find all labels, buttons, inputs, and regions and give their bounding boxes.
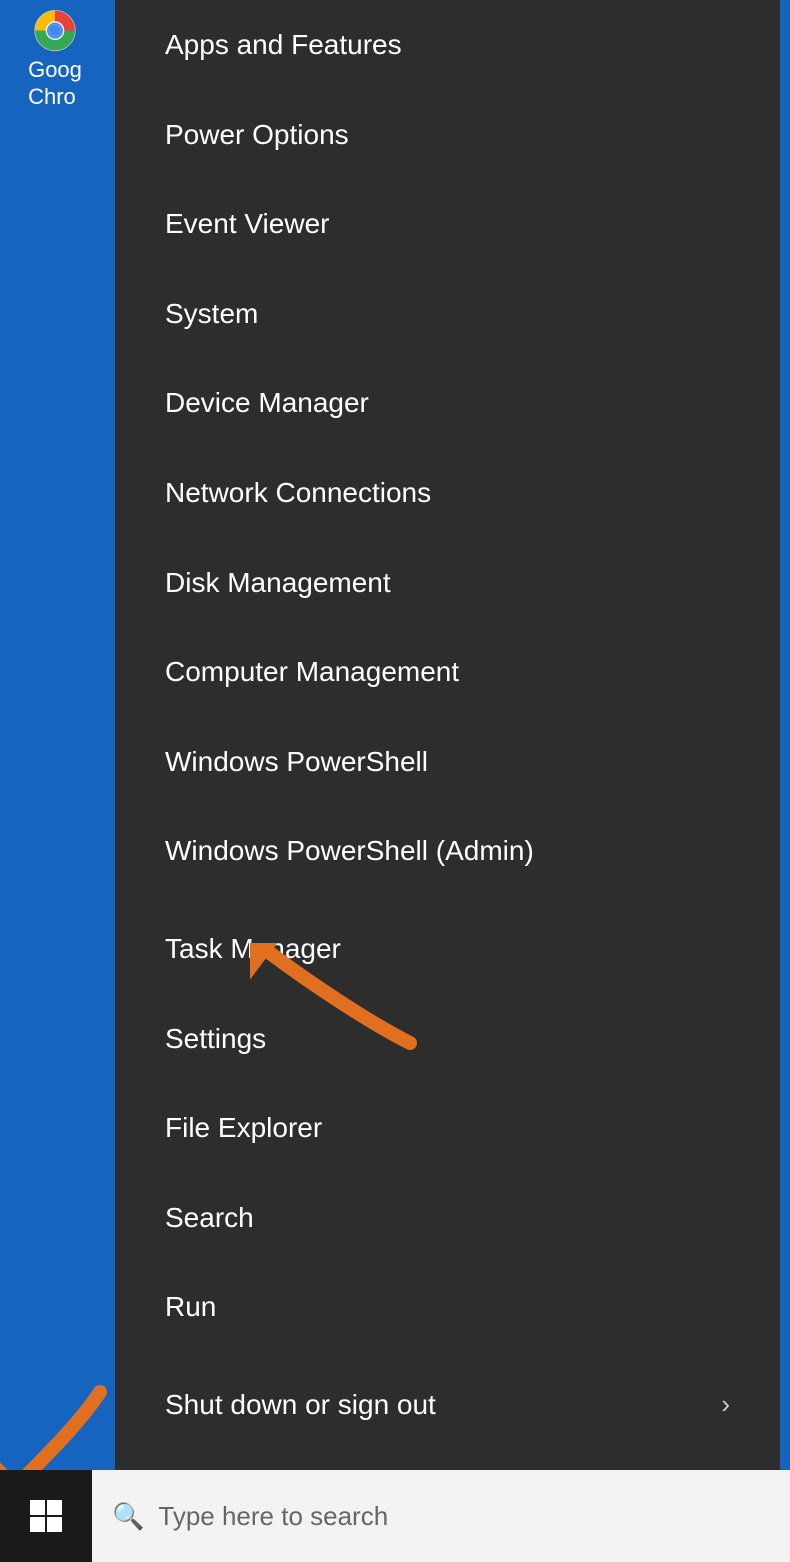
menu-item-disk-management[interactable]: Disk Management bbox=[115, 538, 780, 628]
menu-item-settings[interactable]: Settings bbox=[115, 994, 780, 1084]
taskbar: 🔍 Type here to search bbox=[0, 1470, 790, 1562]
menu-item-system[interactable]: System bbox=[115, 269, 780, 359]
menu-item-label-system: System bbox=[165, 297, 258, 331]
chrome-label: Goog Chro bbox=[28, 57, 82, 110]
menu-item-label-apps-and-features: Apps and Features bbox=[165, 28, 402, 62]
menu-item-label-network-connections: Network Connections bbox=[165, 476, 431, 510]
search-icon: 🔍 bbox=[112, 1501, 144, 1532]
windows-logo-icon bbox=[28, 1498, 64, 1534]
taskbar-search[interactable]: 🔍 Type here to search bbox=[92, 1470, 790, 1562]
menu-item-label-disk-management: Disk Management bbox=[165, 566, 391, 600]
menu-item-label-windows-powershell-admin: Windows PowerShell (Admin) bbox=[165, 834, 534, 868]
chrome-icon-area: Goog Chro bbox=[0, 0, 110, 110]
menu-item-label-shut-down-sign-out: Shut down or sign out bbox=[165, 1388, 436, 1422]
menu-item-label-device-manager: Device Manager bbox=[165, 386, 369, 420]
menu-item-label-power-options: Power Options bbox=[165, 118, 349, 152]
menu-item-label-file-explorer: File Explorer bbox=[165, 1111, 322, 1145]
menu-item-windows-powershell[interactable]: Windows PowerShell bbox=[115, 717, 780, 807]
start-button[interactable] bbox=[0, 1470, 92, 1562]
menu-item-label-computer-management: Computer Management bbox=[165, 655, 459, 689]
menu-item-search[interactable]: Search bbox=[115, 1173, 780, 1263]
menu-item-windows-powershell-admin[interactable]: Windows PowerShell (Admin) bbox=[115, 806, 780, 896]
context-menu: Apps and Features Power Options Event View… bbox=[115, 0, 780, 1470]
menu-item-device-manager[interactable]: Device Manager bbox=[115, 358, 780, 448]
menu-item-apps-and-features[interactable]: Apps and Features bbox=[115, 0, 780, 90]
menu-item-run[interactable]: Run bbox=[115, 1262, 780, 1352]
menu-item-file-explorer[interactable]: File Explorer bbox=[115, 1083, 780, 1173]
menu-item-label-task-manager: Task Manager bbox=[165, 932, 341, 966]
menu-item-power-options[interactable]: Power Options bbox=[115, 90, 780, 180]
menu-item-event-viewer[interactable]: Event Viewer bbox=[115, 179, 780, 269]
menu-item-task-manager[interactable]: Task Manager bbox=[115, 904, 780, 994]
menu-item-shut-down-sign-out[interactable]: Shut down or sign out › bbox=[115, 1360, 780, 1450]
menu-item-label-event-viewer: Event Viewer bbox=[165, 207, 329, 241]
menu-item-label-search: Search bbox=[165, 1201, 254, 1235]
menu-item-computer-management[interactable]: Computer Management bbox=[115, 627, 780, 717]
menu-item-network-connections[interactable]: Network Connections bbox=[115, 448, 780, 538]
menu-item-label-settings: Settings bbox=[165, 1022, 266, 1056]
chrome-logo-icon bbox=[21, 8, 89, 53]
menu-item-label-run: Run bbox=[165, 1290, 216, 1324]
menu-item-label-windows-powershell: Windows PowerShell bbox=[165, 745, 428, 779]
chevron-right-icon: › bbox=[721, 1389, 730, 1420]
search-placeholder-text: Type here to search bbox=[158, 1501, 388, 1532]
